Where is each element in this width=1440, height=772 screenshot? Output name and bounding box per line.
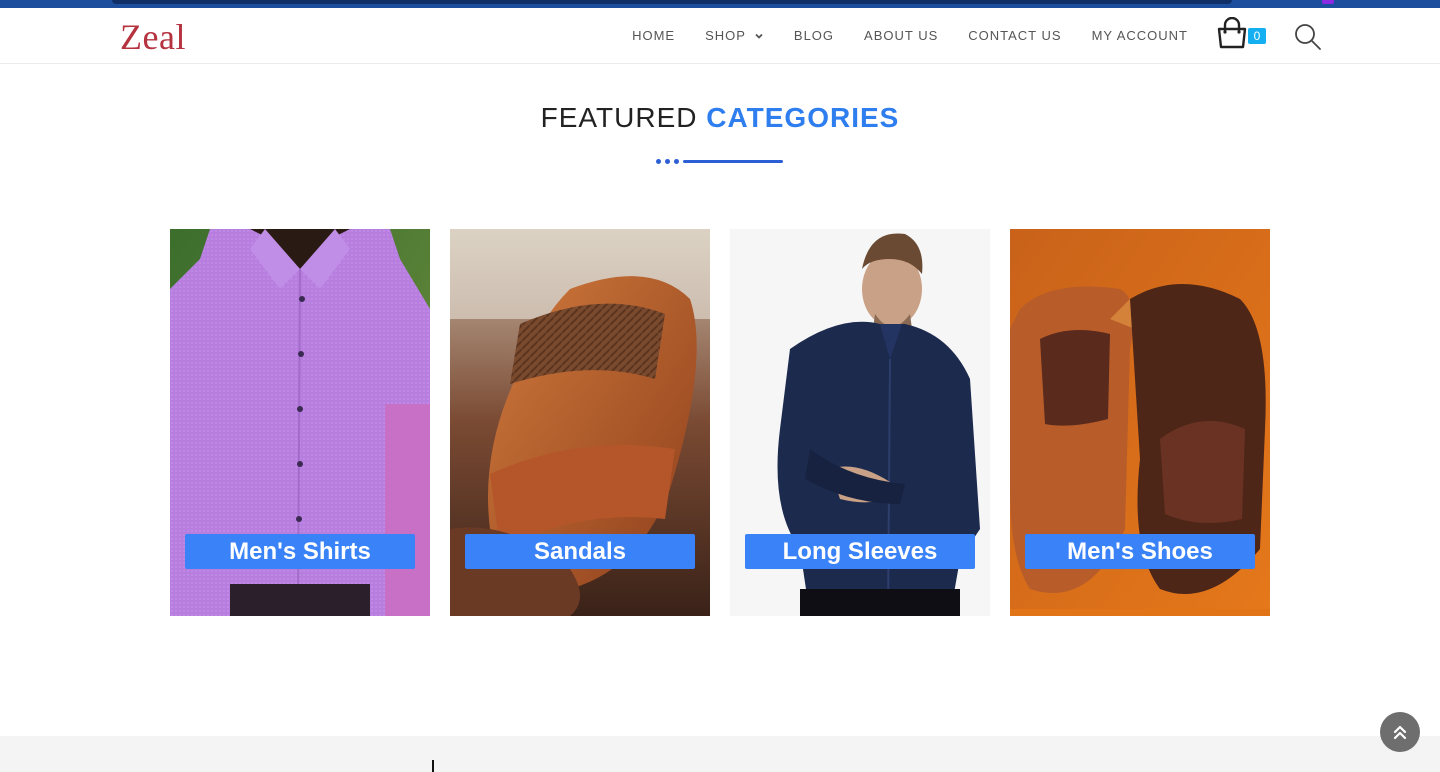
nav-contact-label: CONTACT US [968,28,1062,43]
section-title: FEATURED CATEGORIES [0,102,1440,134]
top-bar-badge [1322,0,1334,4]
nav-shop-label: SHOP [705,28,746,43]
double-chevron-up-icon [1393,725,1407,740]
category-label: Men's Shoes [1025,534,1255,569]
nav-blog-label: BLOG [793,28,835,43]
divider-dot [665,159,670,164]
nav-home-label: HOME [632,28,676,43]
nav-blog[interactable]: BLOG [794,28,834,43]
category-card-long-sleeves[interactable]: Long Sleeves [730,229,990,616]
section-title-accent: CATEGORIES [706,102,900,133]
divider-line [683,160,783,163]
scroll-to-top-button[interactable] [1380,712,1420,752]
category-card-mens-shoes[interactable]: Men's Shoes [1010,229,1270,616]
chevron-down-icon [755,33,763,39]
nav-home[interactable]: HOME [632,28,675,43]
shopping-bag-icon [1217,16,1247,49]
nav-shop[interactable]: SHOP [705,28,764,43]
footer-band [0,736,1440,772]
top-bar [0,0,1440,8]
cart-count-badge: 0 [1248,28,1266,44]
top-bar-strip [112,0,1232,4]
category-label: Long Sleeves [745,534,975,569]
search-icon [1295,24,1321,50]
nav-about-label: ABOUT US [864,28,939,43]
category-label: Sandals [465,534,695,569]
category-grid: Men's Shirts Sandals Long Sleeves Men's … [170,229,1270,616]
nav-contact-us[interactable]: CONTACT US [968,28,1061,43]
category-card-mens-shirts[interactable]: Men's Shirts [170,229,430,616]
section-title-main: FEATURED [540,102,698,133]
category-label: Men's Shirts [185,534,415,569]
title-divider [656,159,784,164]
cart-button[interactable]: 0 [1215,16,1269,53]
nav-my-account[interactable]: MY ACCOUNT [1092,28,1188,43]
search-button[interactable] [1294,23,1322,51]
main-nav: HOME SHOP BLOG ABOUT US CONTACT US MY AC… [602,8,1188,63]
category-card-sandals[interactable]: Sandals [450,229,710,616]
text-cursor [432,760,434,772]
nav-about-us[interactable]: ABOUT US [864,28,938,43]
site-header: Zeal HOME SHOP BLOG ABOUT US CONTACT US … [0,8,1440,64]
site-logo[interactable]: Zeal [120,16,186,58]
divider-dot [656,159,661,164]
nav-account-label: MY ACCOUNT [1091,28,1188,43]
divider-dot [674,159,679,164]
